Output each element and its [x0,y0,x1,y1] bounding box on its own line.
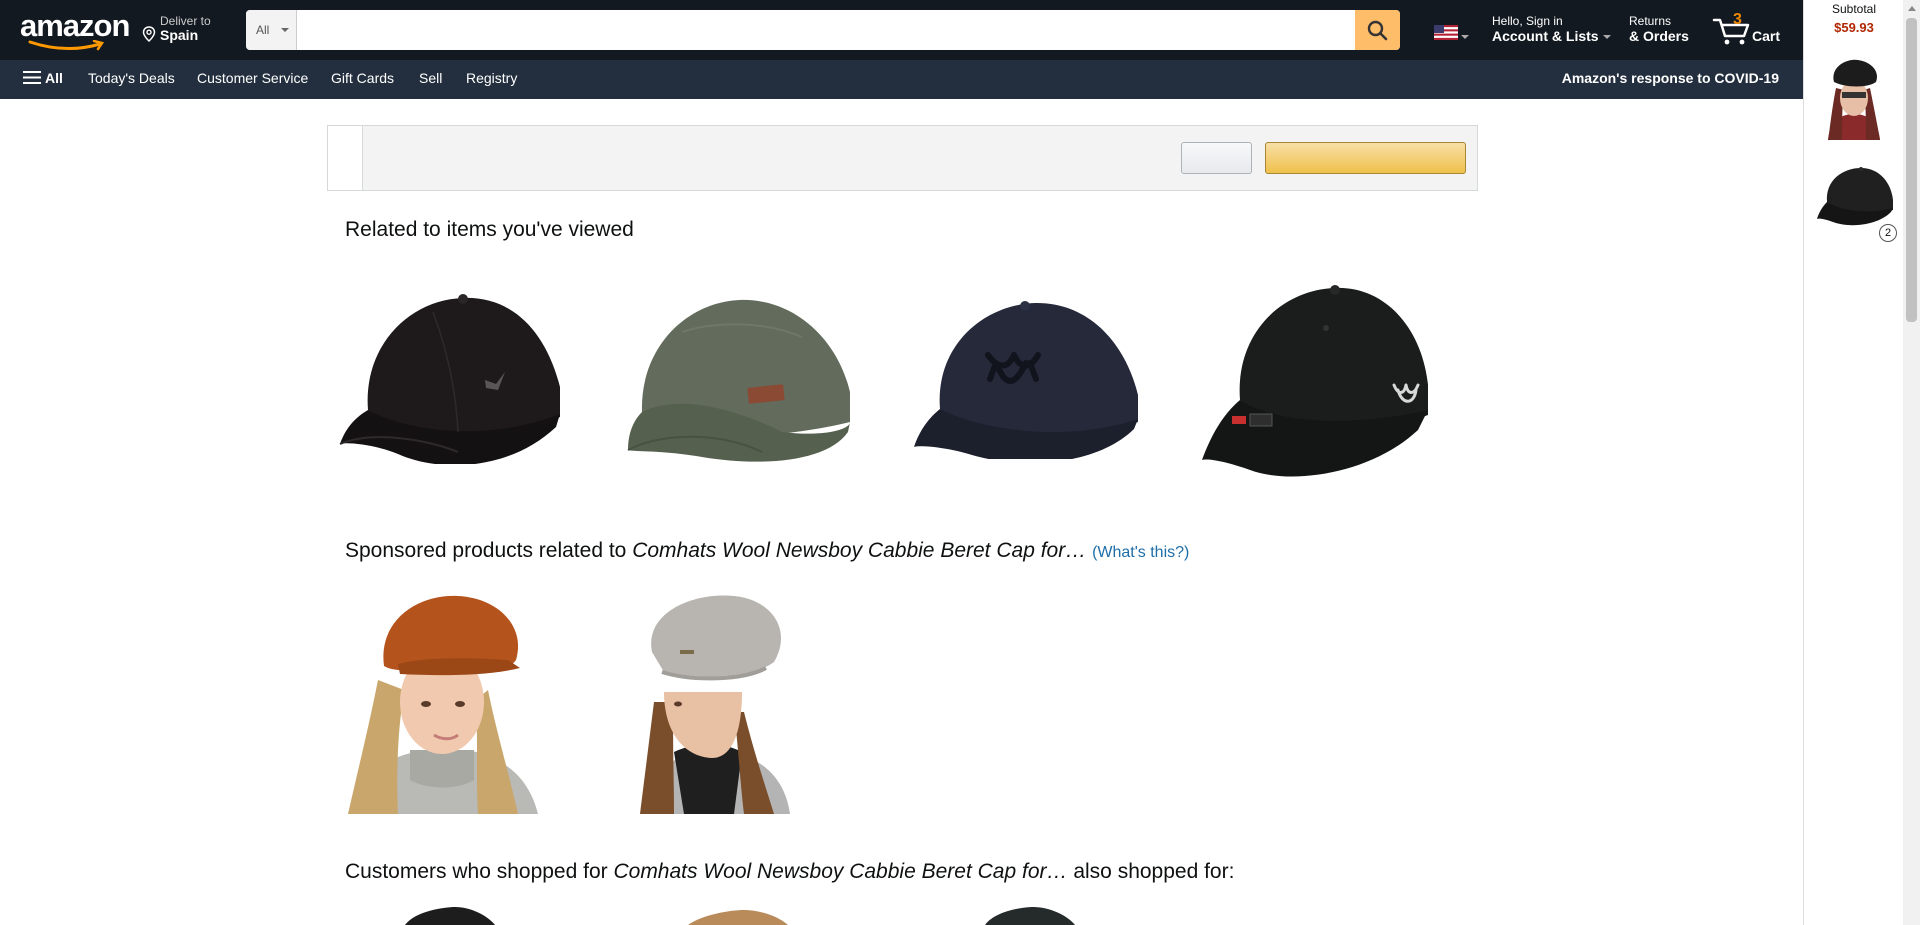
cart-side-panel: Subtotal $59.93 2 [1796,0,1903,925]
us-flag-icon[interactable] [1434,25,1458,40]
sponsored-prefix: Sponsored products related to [345,539,633,562]
also-shopped-product-1[interactable] [405,907,495,925]
related-product-3[interactable] [910,297,1142,459]
nav-link-gift-cards[interactable]: Gift Cards [331,70,394,86]
cart-count: 3 [1733,11,1742,28]
nav-link-sell[interactable]: Sell [419,70,442,86]
cart-item-2[interactable] [1815,166,1895,233]
returns-label: Returns [1629,14,1672,28]
search-category-dropdown[interactable]: All [246,10,297,50]
black-baseball-cap-image [339,294,560,464]
cart-label: Cart [1752,28,1781,44]
black-cap-thumbnail [1817,167,1893,226]
secondary-nav: All Today's Deals Customer Service Gift … [0,60,1803,99]
banner-left-strip [328,126,363,190]
banner-secondary-button[interactable] [1181,142,1252,174]
panel-pointer [1796,30,1803,44]
banner-primary-button[interactable] [1265,142,1466,174]
sponsored-product-1[interactable] [338,590,546,814]
search-bar: All [246,10,1400,50]
whats-this-link[interactable]: (What's this?) [1092,544,1189,561]
deliver-location: Spain [160,27,199,43]
cart-button[interactable]: 3 Cart [1712,10,1782,50]
cart-icon [1712,18,1750,45]
cart-item-1[interactable] [1822,58,1886,145]
nav-link-todays-deals[interactable]: Today's Deals [88,70,175,86]
deliver-to-label: Deliver to [160,14,211,28]
subtotal-label: Subtotal [1831,2,1877,16]
also-shopped-prefix: Customers who shopped for [345,860,614,883]
also-shopped-suffix: also shopped for: [1067,860,1235,883]
hamburger-menu-icon [23,71,41,84]
logo-smile-icon [28,40,105,51]
sign-in-banner [327,125,1478,191]
dark-knit-cap-partial-image [985,907,1075,925]
nav-link-customer-service[interactable]: Customer Service [197,70,308,86]
related-items-heading: Related to items you've viewed [345,218,634,241]
scroll-up-arrow-icon[interactable] [1908,6,1916,11]
dark-cap-partial-image [405,907,495,925]
location-pin-icon [142,26,156,42]
grey-beret-model-image [634,592,790,814]
amazon-page: amazon Deliver to Spain All Hello, Sign … [0,0,1920,925]
account-and-lists[interactable]: Hello, Sign in Account & Lists [1492,14,1611,44]
rust-newsboy-cap-model-image [338,590,546,814]
also-shopped-item-name: Comhats Wool Newsboy Cabbie Beret Cap fo… [613,860,1068,883]
cart-item-2-quantity-badge: 2 [1879,224,1897,242]
sponsored-item-name: Comhats Wool Newsboy Cabbie Beret Cap fo… [632,539,1087,562]
sponsored-products-heading: Sponsored products related to Comhats Wo… [345,539,1189,563]
chevron-down-icon [281,28,289,32]
amazon-logo[interactable]: amazon [20,8,130,51]
related-product-1[interactable] [338,292,566,464]
covid-response-link[interactable]: Amazon's response to COVID-19 [1562,70,1779,86]
account-greeting: Hello, Sign in [1492,14,1563,28]
all-menu-button[interactable]: All [23,70,63,86]
language-chevron-down-icon[interactable] [1461,35,1469,39]
also-shopped-product-3[interactable] [985,907,1075,925]
olive-baseball-cap-image [627,299,850,462]
sponsored-product-2[interactable] [634,592,790,814]
also-shopped-heading: Customers who shopped for Comhats Wool N… [345,860,1234,884]
subtotal-value: $59.93 [1834,20,1874,35]
navy-under-armour-cap-image [914,301,1138,459]
related-product-4[interactable] [1200,280,1430,480]
search-input[interactable] [297,10,1354,50]
scrollbar-thumb[interactable] [1906,18,1917,322]
also-shopped-product-2[interactable] [688,910,788,925]
orders-label: & Orders [1629,28,1689,44]
logo-text: amazon [20,8,130,43]
black-under-armour-cap-image [1202,285,1428,477]
newsboy-cap-woman-thumbnail [1828,59,1880,140]
returns-and-orders[interactable]: Returns & Orders [1629,14,1689,44]
search-button[interactable] [1355,10,1400,50]
tan-cap-partial-image [688,910,788,925]
page-scrollbar[interactable] [1903,0,1920,925]
top-nav: amazon Deliver to Spain All Hello, Sign … [0,0,1803,60]
search-category-label: All [256,23,270,37]
related-product-2[interactable] [622,292,854,462]
search-icon [1367,20,1388,41]
nav-link-registry[interactable]: Registry [466,70,517,86]
chevron-down-icon [1602,35,1611,40]
all-menu-label: All [45,70,63,86]
account-lists-label: Account & Lists [1492,28,1599,44]
